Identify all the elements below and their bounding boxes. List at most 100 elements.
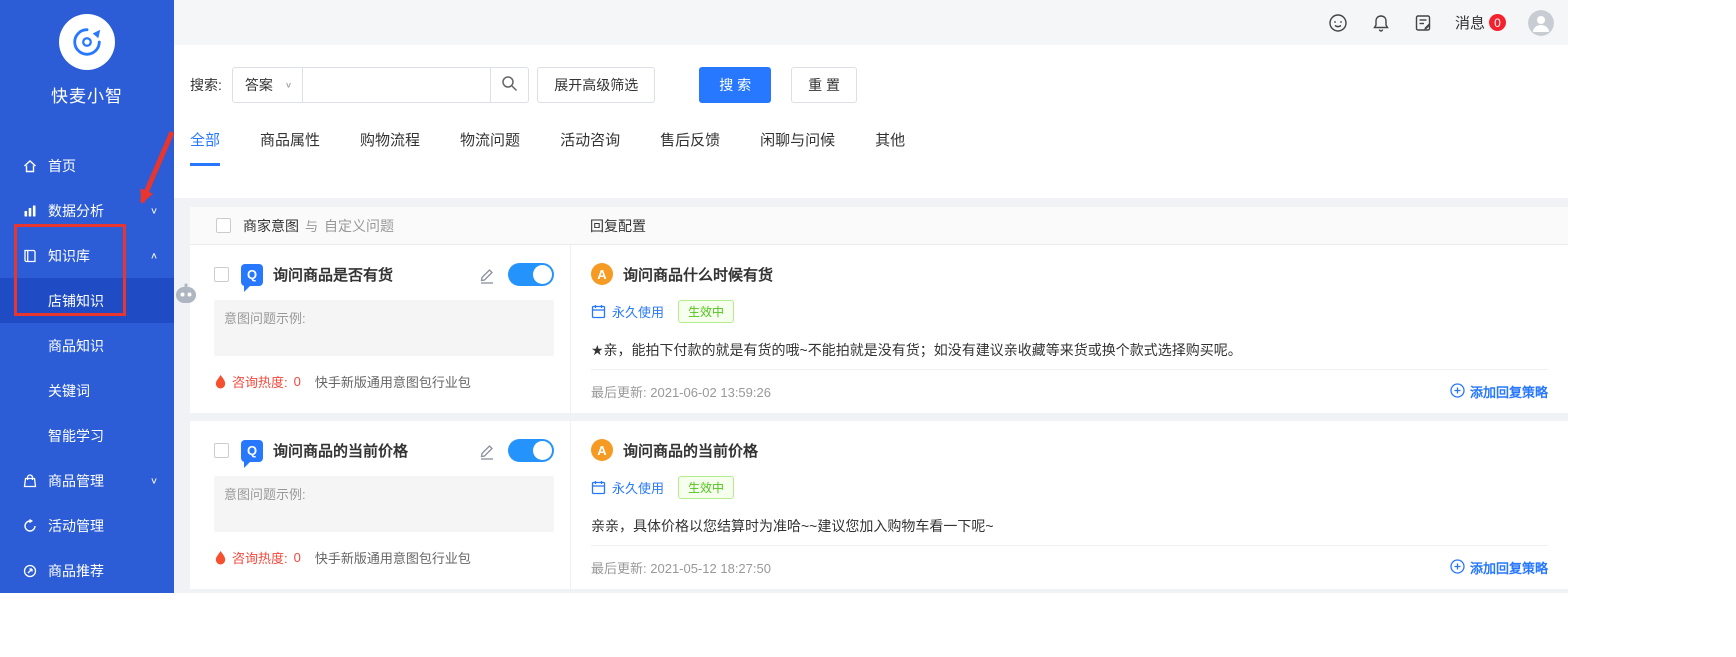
tab-product-attributes[interactable]: 商品属性 bbox=[260, 129, 320, 166]
reply-head: A 询问商品的当前价格 bbox=[591, 439, 1548, 461]
question-bubble-icon: Q bbox=[241, 263, 263, 292]
sidebar-item-smart-learning[interactable]: 智能学习 bbox=[0, 413, 174, 458]
bell-icon[interactable] bbox=[1371, 13, 1391, 33]
sidebar-item-product-recommend[interactable]: 商品推荐 bbox=[0, 548, 174, 593]
add-reply-strategy-link[interactable]: 添加回复策略 bbox=[1450, 558, 1548, 577]
support-icon[interactable] bbox=[1327, 12, 1349, 34]
logo[interactable]: 快麦小智 bbox=[0, 0, 174, 107]
header-separator-label: 与 bbox=[305, 219, 319, 234]
tab-shopping-flow[interactable]: 购物流程 bbox=[360, 129, 420, 166]
tab-all[interactable]: 全部 bbox=[190, 129, 221, 166]
book-icon bbox=[22, 248, 38, 264]
edit-pencil-icon[interactable] bbox=[478, 442, 496, 460]
expand-advanced-filter-button[interactable]: 展开高级筛选 bbox=[537, 67, 656, 103]
sidebar-item-label: 商品管理 bbox=[48, 472, 104, 489]
flame-icon bbox=[214, 374, 227, 389]
sidebar-item-activity-management[interactable]: 活动管理 bbox=[0, 503, 174, 548]
heat-value: 0 bbox=[293, 550, 301, 565]
sidebar-item-product-management[interactable]: 商品管理 ∨ bbox=[0, 458, 174, 503]
answer-circle-icon: A bbox=[591, 439, 613, 461]
category-tabs: 全部 商品属性 购物流程 物流问题 活动咨询 售后反馈 闲聊与问候 其他 bbox=[190, 129, 1552, 166]
sidebar-item-label: 店铺知识 bbox=[48, 292, 104, 309]
reply-cell: A 询问商品什么时候有货 永久使用 生效中 ★亲，能拍下付款的就是有货的哦~不能… bbox=[570, 245, 1568, 413]
chevron-down-icon: ∨ bbox=[284, 80, 293, 90]
calendar-icon bbox=[591, 480, 606, 495]
search-button[interactable]: 搜 索 bbox=[699, 67, 772, 103]
logo-icon bbox=[59, 14, 115, 70]
tab-logistics[interactable]: 物流问题 bbox=[460, 129, 520, 166]
status-badge: 生效中 bbox=[678, 300, 735, 323]
tab-chitchat[interactable]: 闲聊与问候 bbox=[760, 129, 835, 166]
heat-label: 咨询热度: bbox=[232, 551, 288, 566]
reset-button[interactable]: 重 置 bbox=[791, 67, 857, 103]
reply-title: 询问商品的当前价格 bbox=[623, 442, 759, 460]
row-checkbox[interactable] bbox=[214, 443, 229, 458]
chevron-down-icon: ∨ bbox=[149, 476, 158, 486]
logo-text: 快麦小智 bbox=[51, 87, 123, 106]
list-header-left: 商家意图 与 自定义问题 bbox=[190, 216, 570, 236]
reply-head: A 询问商品什么时候有货 bbox=[591, 263, 1548, 285]
last-updated: 最后更新: 2021-05-12 18:27:50 bbox=[591, 558, 771, 577]
reply-title: 询问商品什么时候有货 bbox=[623, 266, 774, 284]
sidebar-item-shop-knowledge[interactable]: 店铺知识 bbox=[0, 278, 174, 323]
example-label: 意图问题示例: bbox=[224, 487, 306, 502]
message-label: 消息 bbox=[1454, 15, 1485, 32]
intent-head: Q 询问商品是否有货 bbox=[214, 263, 554, 292]
robot-helper-icon[interactable] bbox=[174, 283, 198, 308]
intent-title: 询问商品是否有货 bbox=[273, 267, 394, 284]
recommend-icon bbox=[22, 563, 38, 579]
reply-content: ★亲，能拍下付款的就是有货的哦~不能拍就是没有货；如没有建议亲收藏等来货或换个款… bbox=[591, 342, 1242, 358]
intent-example-box: 意图问题示例: bbox=[214, 476, 554, 532]
reply-footer: 最后更新: 2021-06-02 13:59:26 添加回复策略 bbox=[591, 369, 1548, 413]
add-reply-strategy-label: 添加回复策略 bbox=[1469, 561, 1548, 576]
home-icon bbox=[22, 158, 38, 174]
search-icon bbox=[501, 75, 518, 95]
reply-content: 亲亲，具体价格以您结算时为准哈~~建议您加入购物车看一下呢~ bbox=[591, 518, 994, 534]
sidebar-item-label: 活动管理 bbox=[48, 517, 104, 534]
row-checkbox[interactable] bbox=[214, 267, 229, 282]
sidebar-item-label: 智能学习 bbox=[48, 427, 104, 444]
search-field-select[interactable]: 答案 ∨ bbox=[231, 67, 304, 103]
bag-icon bbox=[22, 473, 38, 489]
sidebar-item-home[interactable]: 首页 bbox=[0, 143, 174, 188]
edit-pencil-icon[interactable] bbox=[478, 266, 496, 284]
tab-other[interactable]: 其他 bbox=[875, 129, 905, 166]
app-window: 快麦小智 首页 数据分析 ∨ 知识库 ∧ 店铺知识 商品知识 关键词 智能学习 … bbox=[0, 0, 1568, 593]
chevron-down-icon: ∨ bbox=[149, 206, 158, 216]
last-updated-time: 2021-05-12 18:27:50 bbox=[650, 561, 771, 576]
tab-activity[interactable]: 活动咨询 bbox=[560, 129, 620, 166]
search-label: 搜索: bbox=[190, 77, 222, 93]
message-center-link[interactable]: 消息 0 bbox=[1455, 12, 1506, 33]
sidebar-item-knowledge-base[interactable]: 知识库 ∧ bbox=[0, 233, 174, 278]
sidebar-item-keywords[interactable]: 关键词 bbox=[0, 368, 174, 413]
calendar-icon bbox=[591, 304, 606, 319]
header-custom-label: 自定义问题 bbox=[324, 217, 395, 234]
reply-tags: 永久使用 生效中 bbox=[591, 300, 1548, 323]
search-icon-button[interactable] bbox=[491, 67, 530, 103]
sidebar-item-product-knowledge[interactable]: 商品知识 bbox=[0, 323, 174, 368]
search-input[interactable] bbox=[303, 67, 492, 103]
edit-note-icon[interactable] bbox=[1413, 13, 1433, 33]
knowledge-list: 商家意图 与 自定义问题 回复配置 Q 询问商品是否有货 意图问题示例: 咨询热… bbox=[190, 207, 1568, 589]
plus-circle-icon bbox=[1450, 382, 1465, 401]
last-updated-label: 最后更新: bbox=[591, 561, 647, 576]
select-all-checkbox[interactable] bbox=[216, 218, 231, 233]
enable-toggle[interactable] bbox=[508, 439, 554, 462]
sidebar-item-label: 数据分析 bbox=[48, 202, 104, 219]
sidebar-item-label: 首页 bbox=[48, 157, 76, 174]
sidebar-item-data-analysis[interactable]: 数据分析 ∨ bbox=[0, 188, 174, 233]
intent-title: 询问商品的当前价格 bbox=[273, 443, 409, 460]
duration-label: 永久使用 bbox=[612, 305, 665, 320]
avatar[interactable] bbox=[1528, 9, 1554, 36]
last-updated-label: 最后更新: bbox=[591, 385, 647, 400]
tab-aftersale[interactable]: 售后反馈 bbox=[660, 129, 720, 166]
sidebar-item-label: 商品知识 bbox=[48, 337, 104, 354]
add-reply-strategy-label: 添加回复策略 bbox=[1469, 385, 1548, 400]
reply-cell: A 询问商品的当前价格 永久使用 生效中 亲亲，具体价格以您结算时为准哈~~建议… bbox=[570, 421, 1568, 589]
heat-value: 0 bbox=[293, 374, 301, 389]
sync-icon bbox=[22, 518, 38, 534]
knowledge-row: Q 询问商品是否有货 意图问题示例: 咨询热度: 0 快手新版通用意图包行业包 … bbox=[190, 245, 1568, 413]
search-field-value: 答案 bbox=[244, 77, 273, 93]
add-reply-strategy-link[interactable]: 添加回复策略 bbox=[1450, 382, 1548, 401]
enable-toggle[interactable] bbox=[508, 263, 554, 286]
